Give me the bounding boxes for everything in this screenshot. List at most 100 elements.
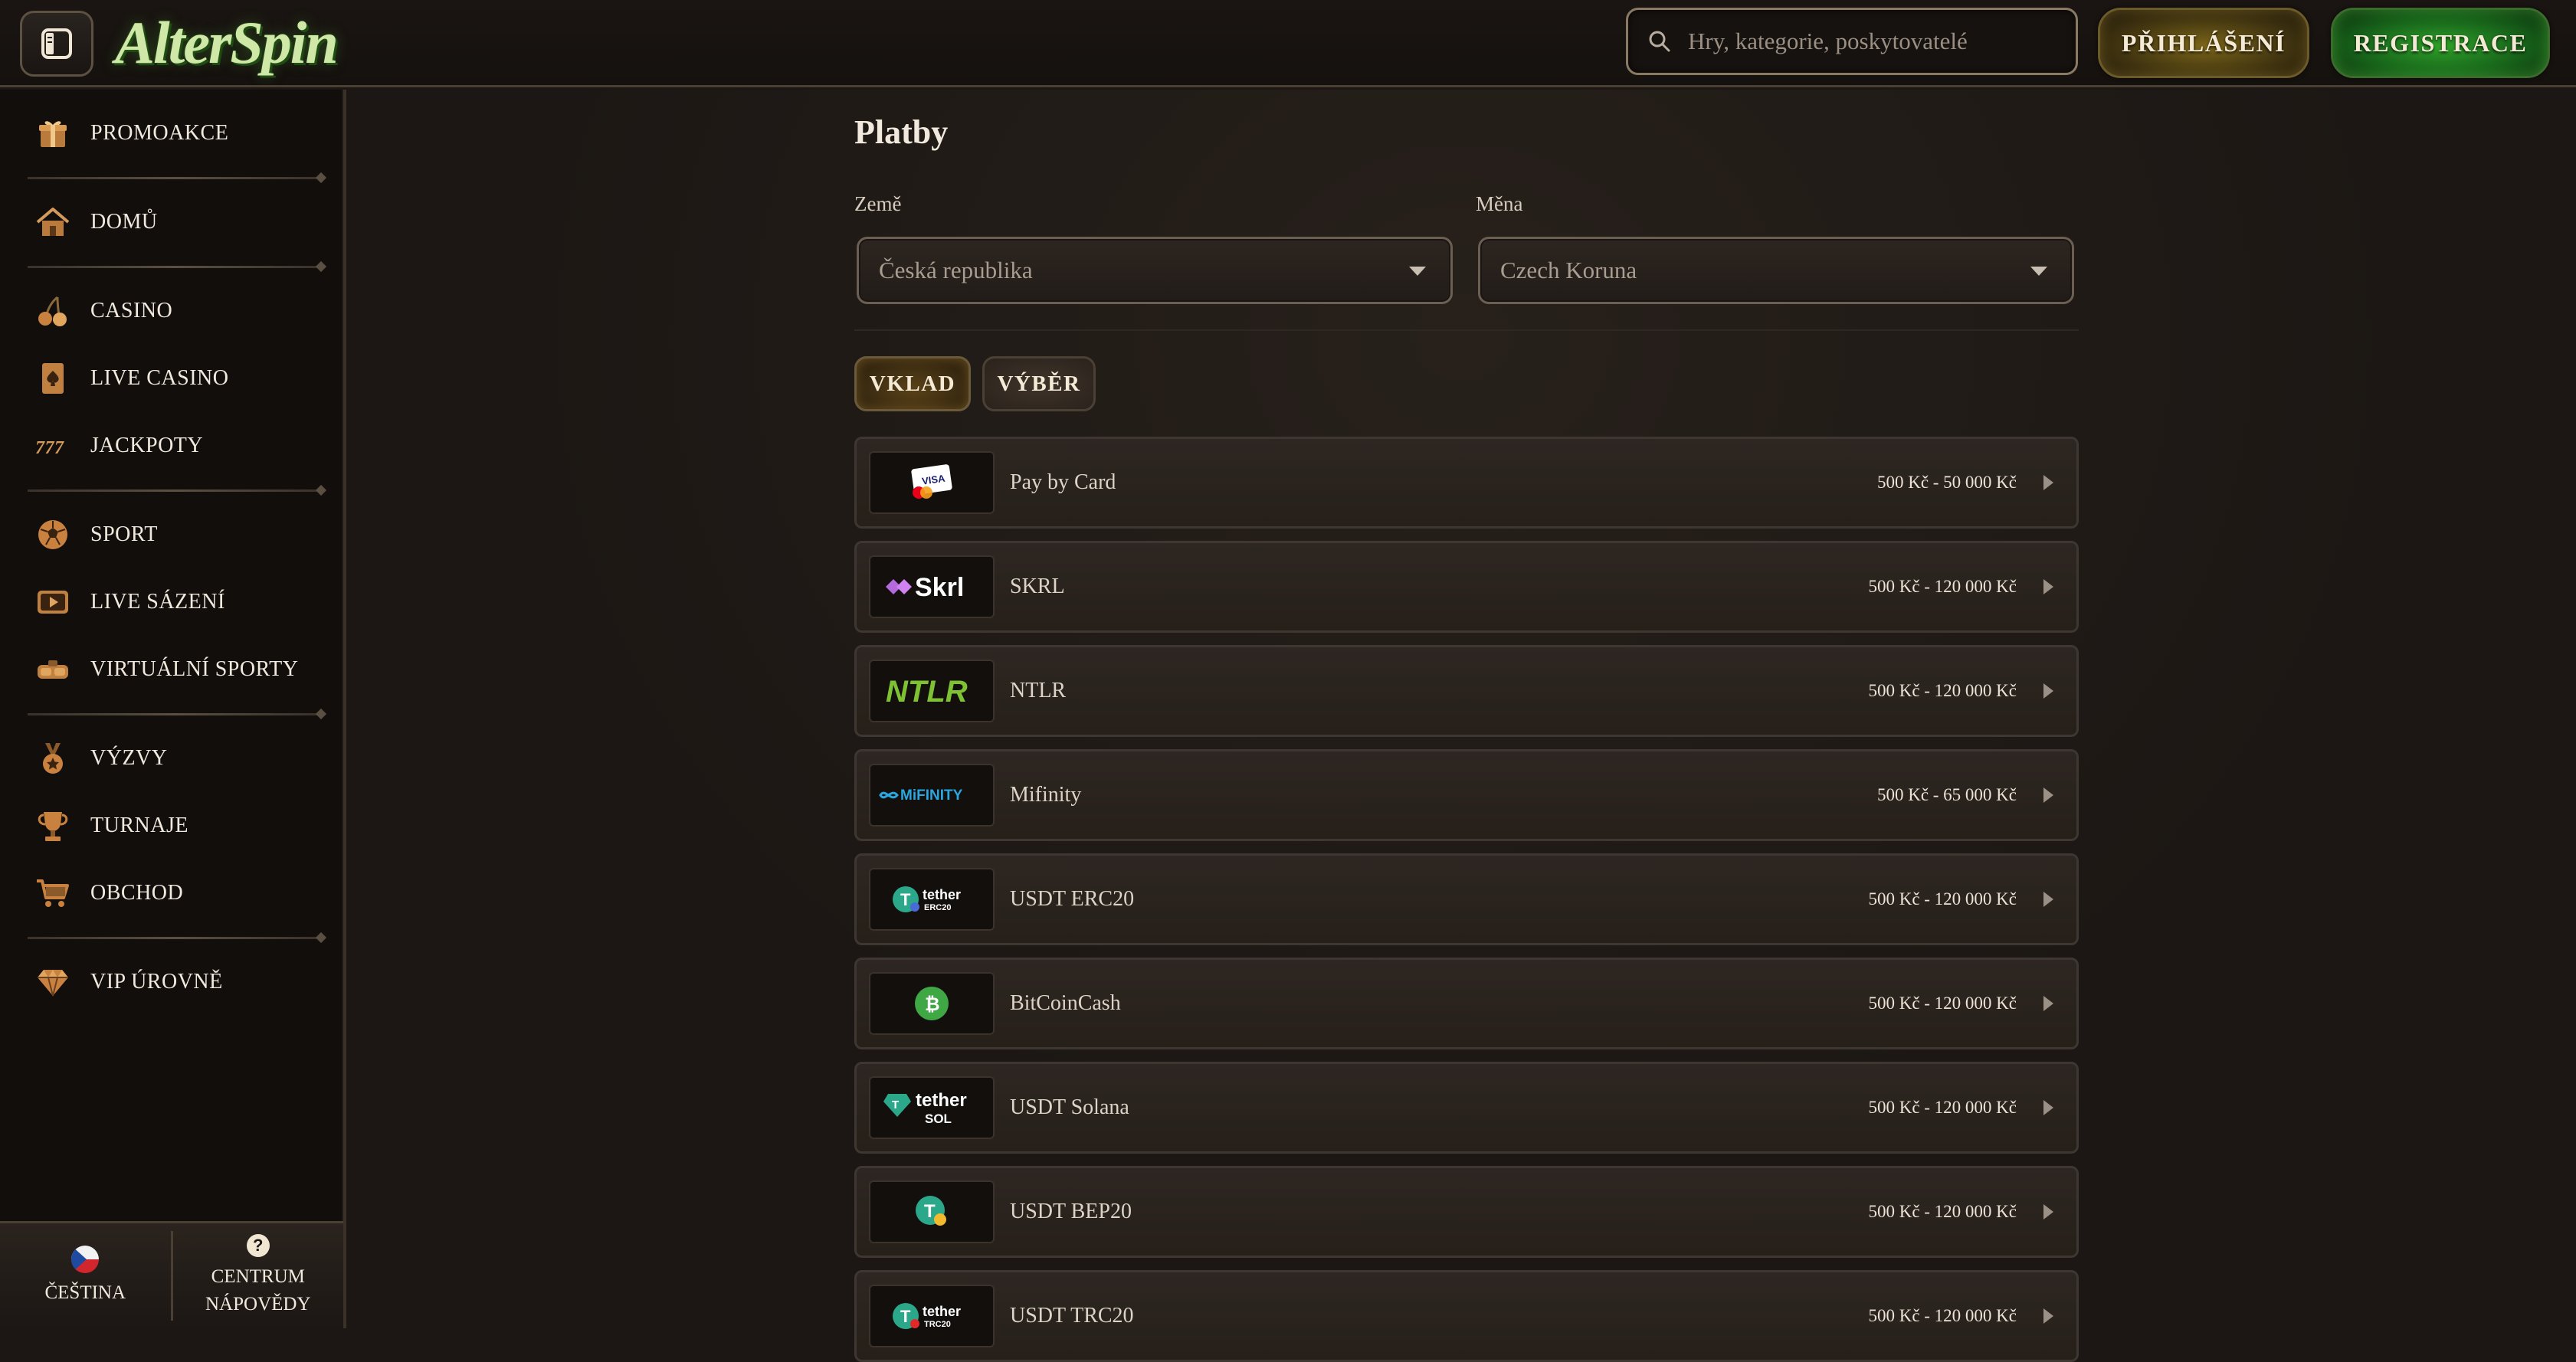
sidebar-item-casino[interactable]: CASINO [34,284,325,338]
tether-logo-sub: ERC20 [924,903,951,912]
diamond-icon [34,963,72,1001]
payment-row-pay-by-card[interactable]: VISA Pay by Card 500 Kč - 50 000 Kč [854,437,2079,529]
card-spade-icon [34,359,72,398]
sidebar-item-label: VIRTUÁLNÍ SPORTY [90,657,299,681]
currency-label: Měna [1476,192,1523,215]
sidebar-item-label: VIP ÚROVNĚ [90,970,223,994]
sidebar-divider [28,266,322,268]
svg-text:T: T [900,1307,911,1326]
sidebar-item-label: SPORT [90,522,158,546]
sidebar: PROMOAKCE DOMŮ CASINO LIVE CASINO 777 JA… [0,90,346,1328]
payment-name: USDT TRC20 [1010,1304,1134,1328]
payment-row-mifinity[interactable]: MiFINITY Mifinity 500 Kč - 65 000 Kč [854,749,2079,841]
trophy-icon [34,807,72,845]
payment-range: 500 Kč - 120 000 Kč [1868,1098,2017,1117]
register-button[interactable]: REGISTRACE [2331,8,2550,78]
czech-flag-icon [71,1245,100,1273]
payment-row-usdt-trc20[interactable]: T tether TRC20 USDT TRC20 500 Kč - 120 0… [854,1270,2079,1362]
sidebar-item-turnaje[interactable]: TURNAJE [34,799,325,853]
search-input[interactable] [1688,28,2048,55]
sidebar-item-virtualni-sporty[interactable]: VIRTUÁLNÍ SPORTY [34,643,325,696]
ntlr-logo: NTLR [869,660,995,722]
currency-value: Czech Koruna [1500,257,1637,283]
sidebar-item-obchod[interactable]: OBCHOD [34,866,325,920]
country-value: Česká republika [879,257,1033,283]
sidebar-item-label: TURNAJE [90,814,188,837]
language-selector[interactable]: ČEŠTINA [0,1223,171,1328]
payment-range: 500 Kč - 120 000 Kč [1868,889,2017,909]
payment-row-usdt-solana[interactable]: T tether SOL USDT Solana 500 Kč - 120 00… [854,1062,2079,1154]
tether-logo-text: tether [923,1304,961,1319]
page-title: Platby [854,113,949,151]
cherries-icon [34,292,72,330]
sidebar-panel-icon [41,28,72,59]
country-label: Země [854,192,902,215]
help-center-button[interactable]: ? CENTRUM NÁPOVĚDY [173,1223,344,1328]
payment-name: Pay by Card [1010,470,1116,494]
cart-icon [34,874,72,912]
payment-name: USDT BEP20 [1010,1200,1132,1223]
sidebar-item-label: OBCHOD [90,881,184,905]
payment-row-ntlr[interactable]: NTLR NTLR 500 Kč - 120 000 Kč [854,645,2079,737]
chevron-right-icon [2043,683,2053,699]
sidebar-footer: ČEŠTINA ? CENTRUM NÁPOVĚDY [0,1221,343,1328]
sidebar-item-live-casino[interactable]: LIVE CASINO [34,352,325,405]
sidebar-item-label: VÝZVY [90,746,168,770]
language-label: ČEŠTINA [44,1282,126,1303]
tether-erc20-logo: T tether ERC20 [869,868,995,931]
payment-name: USDT ERC20 [1010,887,1135,911]
payment-range: 500 Kč - 120 000 Kč [1868,1202,2017,1221]
sidebar-item-promoakce[interactable]: PROMOAKCE [34,106,325,160]
sidebar-divider [28,937,322,939]
chevron-right-icon [2043,787,2053,803]
payment-range: 500 Kč - 120 000 Kč [1868,1306,2017,1325]
tether-logo-sub: TRC20 [924,1320,951,1329]
chevron-right-icon [2043,1308,2053,1324]
sidebar-item-domu[interactable]: DOMŮ [34,195,325,249]
home-icon [34,203,72,241]
sidebar-item-live-sazeni[interactable]: LIVE SÁZENÍ [34,575,325,629]
payment-name: NTLR [1010,679,1067,702]
payment-range: 500 Kč - 65 000 Kč [1876,785,2017,804]
alterspin-logo[interactable]: AlterSpin [115,5,345,81]
search-field[interactable] [1626,8,2078,75]
help-label-line2: NÁPOVĚDY [205,1293,311,1315]
triple-seven-icon: 777 [34,427,72,465]
sidebar-item-sport[interactable]: SPORT [34,508,325,561]
medal-icon [34,739,72,778]
sidebar-item-label: PROMOAKCE [90,121,229,145]
tether-bep20-logo: T [869,1180,995,1243]
top-header: AlterSpin PŘIHLÁŠENÍ REGISTRACE [0,0,2576,87]
payment-row-usdt-bep20[interactable]: T USDT BEP20 500 Kč - 120 000 Kč [854,1166,2079,1258]
tether-logo-sub: SOL [925,1112,952,1126]
sidebar-item-vyzvy[interactable]: VÝZVY [34,732,325,785]
payment-row-skrl[interactable]: Skrl SKRL 500 Kč - 120 000 Kč [854,541,2079,633]
sidebar-item-label: LIVE CASINO [90,366,229,390]
sidebar-item-jackpoty[interactable]: 777 JACKPOTY [34,419,325,473]
tab-vklad[interactable]: VKLAD [854,356,971,411]
tether-bep20-logo-text: T [924,1201,936,1222]
payment-name: SKRL [1010,575,1065,598]
currency-select[interactable]: Czech Koruna [1478,237,2074,304]
svg-text:T: T [900,890,911,909]
sidebar-toggle-button[interactable] [20,11,93,77]
sidebar-item-label: JACKPOTY [90,434,204,457]
sidebar-divider [28,489,322,492]
payment-name: Mifinity [1010,783,1082,807]
play-screen-icon [34,583,72,621]
payment-range: 500 Kč - 120 000 Kč [1868,577,2017,596]
tether-sol-logo: T tether SOL [869,1076,995,1139]
sidebar-item-label: DOMŮ [90,210,158,234]
payment-row-bitcoincash[interactable]: ₿ BitCoinCash 500 Kč - 120 000 Kč [854,958,2079,1049]
tether-logo-text: tether [916,1090,967,1111]
payment-name: BitCoinCash [1010,991,1121,1015]
payment-range: 500 Kč - 120 000 Kč [1868,681,2017,700]
payment-row-usdt-erc20[interactable]: T tether ERC20 USDT ERC20 500 Kč - 120 0… [854,853,2079,945]
sidebar-divider [28,713,322,715]
country-select[interactable]: Česká republika [857,237,1453,304]
chevron-right-icon [2043,475,2053,490]
tether-trc20-logo: T tether TRC20 [869,1285,995,1347]
login-button[interactable]: PŘIHLÁŠENÍ [2098,8,2309,78]
sidebar-item-vip-urovne[interactable]: VIP ÚROVNĚ [34,955,325,1009]
tab-vyber[interactable]: VÝBĚR [982,356,1096,411]
